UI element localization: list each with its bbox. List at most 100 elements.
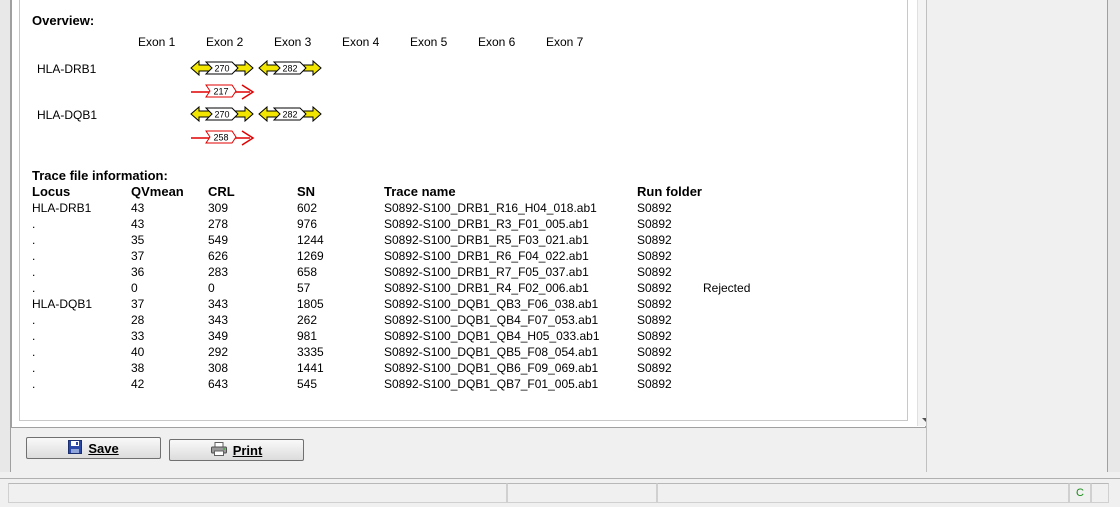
exon-header-7: Exon 7	[546, 35, 584, 49]
cell-qv: 40	[131, 345, 145, 359]
cell-folder: S0892	[637, 249, 672, 263]
status-bar: C	[0, 478, 1120, 507]
cell-folder: S0892	[637, 377, 672, 391]
cell-crl: 343	[208, 313, 229, 327]
status-cell-1	[8, 483, 507, 503]
cell-folder: S0892	[637, 297, 672, 311]
cell-qv: 28	[131, 313, 145, 327]
gene-label: HLA-DRB1	[37, 62, 97, 76]
cell-name: S0892-S100_DQB1_QB4_H05_033.ab1	[384, 329, 600, 343]
cell-locus: .	[32, 249, 36, 263]
print-button[interactable]: Print	[169, 439, 304, 461]
window-right-border	[1107, 0, 1120, 472]
status-cell-2	[507, 483, 657, 503]
col-header-run-folder: Run folder	[637, 184, 702, 199]
status-indicator: C	[1069, 483, 1091, 503]
svg-text:270: 270	[214, 64, 229, 74]
svg-text:282: 282	[282, 110, 297, 120]
cell-name: S0892-S100_DQB1_QB6_F09_069.ab1	[384, 361, 599, 375]
cell-name: S0892-S100_DRB1_R16_H04_018.ab1	[384, 201, 597, 215]
col-header-qvmean: QVmean	[131, 184, 184, 199]
overview-title: Overview:	[32, 13, 95, 28]
cell-name: S0892-S100_DQB1_QB4_F07_053.ab1	[384, 313, 599, 327]
cell-crl: 349	[208, 329, 229, 343]
cell-name: S0892-S100_DRB1_R3_F01_005.ab1	[384, 217, 589, 231]
cell-locus: .	[32, 217, 36, 231]
cell-locus: .	[32, 233, 36, 247]
cell-folder: S0892	[637, 265, 672, 279]
cell-note: Rejected	[703, 281, 751, 295]
cell-locus: .	[32, 313, 36, 327]
col-header-locus: Locus	[32, 184, 71, 199]
cell-sn: 1441	[297, 361, 324, 375]
cell-crl: 643	[208, 377, 229, 391]
cell-qv: 36	[131, 265, 145, 279]
cell-sn: 1269	[297, 249, 324, 263]
cell-crl: 308	[208, 361, 229, 375]
exon-header-2: Exon 2	[206, 35, 244, 49]
cell-folder: S0892	[637, 345, 672, 359]
col-header-sn: SN	[297, 184, 316, 199]
exon-header-5: Exon 5	[410, 35, 448, 49]
print-button-label: Print	[232, 442, 263, 458]
save-button-label: Save	[88, 440, 119, 456]
cell-folder: S0892	[637, 329, 672, 343]
cell-name: S0892-S100_DRB1_R5_F03_021.ab1	[384, 233, 589, 247]
cell-name: S0892-S100_DRB1_R7_F05_037.ab1	[384, 265, 589, 279]
forward-read-arrow[interactable]: 270	[190, 105, 254, 126]
status-cell-3	[657, 483, 1069, 503]
printer-icon	[210, 441, 227, 459]
cell-folder: S0892	[637, 217, 672, 231]
exon-header-6: Exon 6	[478, 35, 516, 49]
cell-name: S0892-S100_DQB1_QB5_F08_054.ab1	[384, 345, 599, 359]
svg-text:258: 258	[213, 133, 228, 143]
cell-name: S0892-S100_DRB1_R6_F04_022.ab1	[384, 249, 589, 263]
cell-sn: 658	[297, 265, 318, 279]
cell-crl: 309	[208, 201, 229, 215]
cell-qv: 35	[131, 233, 145, 247]
svg-text:270: 270	[214, 110, 229, 120]
cell-locus: .	[32, 281, 36, 295]
cell-qv: 43	[131, 201, 145, 215]
cell-locus: .	[32, 361, 36, 375]
cell-folder: S0892	[637, 361, 672, 375]
cell-name: S0892-S100_DQB1_QB7_F01_005.ab1	[384, 377, 599, 391]
cell-sn: 1805	[297, 297, 324, 311]
cell-sn: 57	[297, 281, 311, 295]
cell-qv: 42	[131, 377, 145, 391]
cell-sn: 262	[297, 313, 318, 327]
cell-sn: 976	[297, 217, 318, 231]
reverse-read-arrow[interactable]: 217	[190, 82, 256, 103]
cell-sn: 3335	[297, 345, 324, 359]
resize-grip[interactable]	[1091, 483, 1109, 503]
cell-sn: 602	[297, 201, 318, 215]
cell-locus: .	[32, 265, 36, 279]
exon-header-4: Exon 4	[342, 35, 380, 49]
cell-locus: .	[32, 329, 36, 343]
cell-qv: 37	[131, 249, 145, 263]
cell-name: S0892-S100_DRB1_R4_F02_006.ab1	[384, 281, 589, 295]
col-header-trace-name: Trace name	[384, 184, 456, 199]
forward-read-arrow[interactable]: 282	[258, 105, 322, 126]
cell-qv: 37	[131, 297, 145, 311]
save-button[interactable]: Save	[26, 437, 161, 459]
cell-crl: 278	[208, 217, 229, 231]
svg-text:217: 217	[213, 87, 228, 97]
cell-crl: 0	[208, 281, 215, 295]
cell-qv: 43	[131, 217, 145, 231]
cell-crl: 343	[208, 297, 229, 311]
report-content: Overview: Exon 1 Exon 2 Exon 3 Exon 4 Exon 5…	[19, 0, 908, 421]
cell-locus: HLA-DQB1	[32, 297, 93, 311]
forward-read-arrow[interactable]: 282	[258, 59, 322, 80]
window-left-border	[0, 0, 11, 472]
col-header-crl: CRL	[208, 184, 235, 199]
cell-crl: 283	[208, 265, 229, 279]
forward-read-arrow[interactable]: 270	[190, 59, 254, 80]
svg-text:282: 282	[282, 64, 297, 74]
cell-locus: HLA-DRB1	[32, 201, 92, 215]
cell-folder: S0892	[637, 233, 672, 247]
cell-locus: .	[32, 345, 36, 359]
cell-qv: 0	[131, 281, 138, 295]
reverse-read-arrow[interactable]: 258	[190, 128, 256, 149]
cell-sn: 545	[297, 377, 318, 391]
